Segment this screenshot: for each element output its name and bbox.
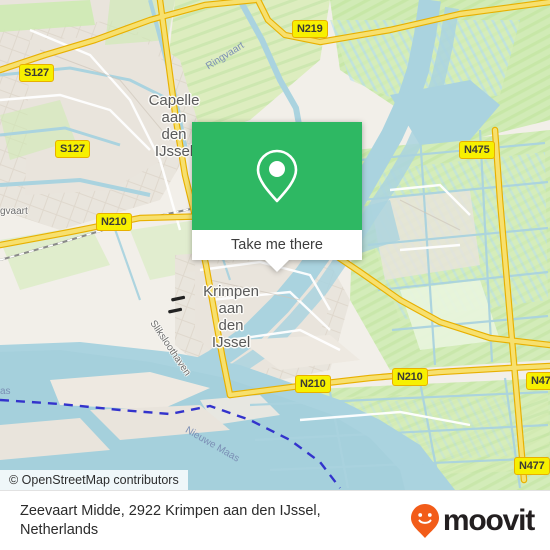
take-me-there-button[interactable]: Take me there (192, 230, 362, 260)
callout-pin-area[interactable] (192, 122, 362, 230)
road-shield-n210-west[interactable]: N210 (96, 213, 132, 231)
address-text: Zeevaart Midde, 2922 Krimpen aan den IJs… (20, 502, 321, 538)
moovit-pin-smiley-icon (410, 503, 439, 538)
callout-tail (265, 260, 289, 272)
road-shield-n477-south-east[interactable]: N477 (514, 457, 550, 475)
road-shield-n210-south-west[interactable]: N210 (295, 375, 331, 393)
moovit-logo[interactable]: moovit (410, 503, 550, 539)
osm-attribution[interactable]: © OpenStreetMap contributors (0, 470, 188, 490)
map-canvas[interactable]: Capelle aan den IJssel Krimpen aan den I… (0, 0, 550, 490)
road-shield-n477-east[interactable]: N477 (526, 372, 550, 390)
footer-bar: Zeevaart Midde, 2922 Krimpen aan den IJs… (0, 490, 550, 550)
road-shield-n219[interactable]: N219 (292, 20, 328, 38)
location-callout[interactable]: Take me there (192, 122, 362, 272)
moovit-wordmark: moovit (442, 503, 535, 537)
road-shield-n210-south-east[interactable]: N210 (392, 368, 428, 386)
moovit-map-page: Capelle aan den IJssel Krimpen aan den I… (0, 0, 550, 550)
map-pin-icon (256, 149, 298, 203)
road-shield-s127-lower[interactable]: S127 (55, 140, 90, 158)
road-shield-s127-upper[interactable]: S127 (19, 64, 54, 82)
road-shield-n475[interactable]: N475 (459, 141, 495, 159)
